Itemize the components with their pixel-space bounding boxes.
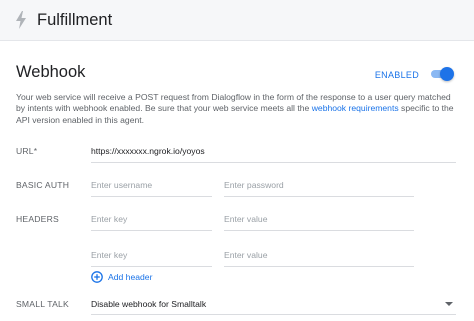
add-circle-icon bbox=[91, 271, 103, 283]
toggle-knob bbox=[440, 67, 454, 81]
webhook-requirements-link[interactable]: webhook requirements bbox=[312, 103, 399, 113]
header-key-field-2[interactable]: Enter key bbox=[91, 248, 212, 267]
header-key-field-1[interactable]: Enter key bbox=[91, 212, 212, 231]
webhook-enabled-toggle[interactable] bbox=[428, 67, 454, 81]
url-label: URL* bbox=[16, 146, 38, 156]
basic-auth-label: BASIC AUTH bbox=[16, 180, 70, 190]
small-talk-select[interactable]: Disable webhook for Smalltalk bbox=[91, 298, 456, 315]
header-value-field-1[interactable]: Enter value bbox=[224, 212, 414, 231]
chevron-down-icon bbox=[445, 302, 453, 306]
url-field[interactable]: https://xxxxxxx.ngrok.io/yoyos bbox=[91, 144, 456, 163]
headers-label: HEADERS bbox=[16, 214, 59, 224]
enabled-label: ENABLED bbox=[374, 70, 419, 80]
page-title: Fulfillment bbox=[37, 11, 113, 29]
page-header: Fulfillment bbox=[0, 0, 474, 41]
header-value-placeholder-2: Enter value bbox=[224, 250, 268, 260]
webhook-description: Your web service will receive a POST req… bbox=[16, 92, 462, 126]
password-placeholder: Enter password bbox=[224, 180, 284, 190]
small-talk-label: SMALL TALK bbox=[16, 299, 69, 309]
add-header-label: Add header bbox=[108, 272, 153, 282]
header-value-placeholder-1: Enter value bbox=[224, 214, 268, 224]
username-placeholder: Enter username bbox=[91, 180, 153, 190]
password-field[interactable]: Enter password bbox=[224, 178, 414, 197]
header-key-placeholder-1: Enter key bbox=[91, 214, 128, 224]
fulfillment-page: Fulfillment Webhook ENABLED Your web ser… bbox=[0, 0, 474, 321]
bolt-icon bbox=[16, 11, 26, 29]
webhook-section-title: Webhook bbox=[16, 63, 86, 81]
small-talk-selected-value: Disable webhook for Smalltalk bbox=[91, 299, 207, 309]
header-key-placeholder-2: Enter key bbox=[91, 250, 128, 260]
url-value: https://xxxxxxx.ngrok.io/yoyos bbox=[91, 146, 205, 156]
username-field[interactable]: Enter username bbox=[91, 178, 212, 197]
header-value-field-2[interactable]: Enter value bbox=[224, 248, 414, 267]
